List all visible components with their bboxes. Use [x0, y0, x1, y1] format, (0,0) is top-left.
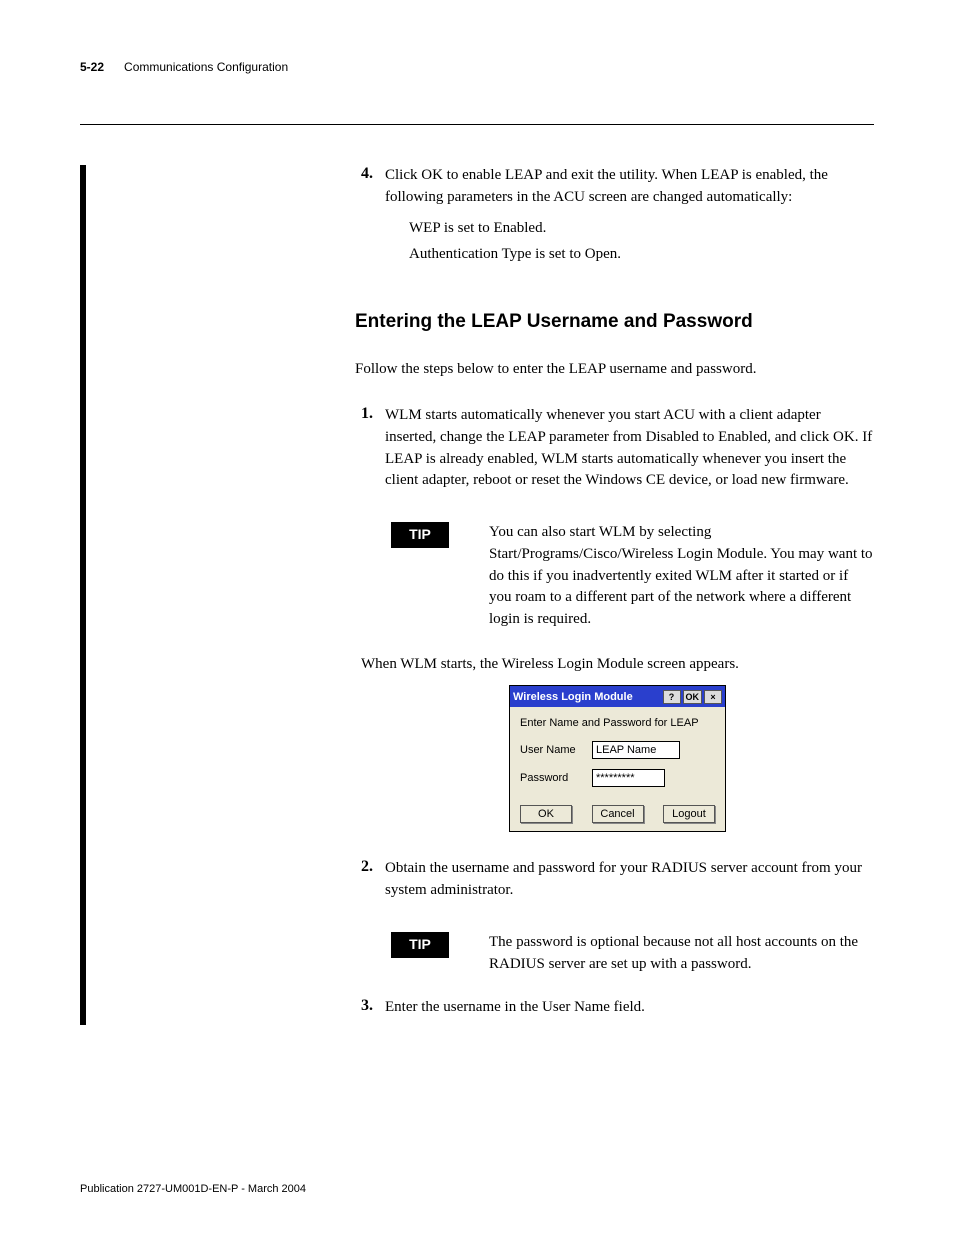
tip-text: The password is optional because not all…	[489, 932, 874, 976]
wlm-title-text: Wireless Login Module	[513, 691, 661, 703]
wlm-caption: When WLM starts, the Wireless Login Modu…	[361, 653, 874, 676]
step-4-sublist: WEP is set to Enabled. Authentication Ty…	[409, 217, 874, 266]
step-number: 4.	[361, 165, 385, 209]
step-text: WLM starts automatically whenever you st…	[385, 405, 874, 492]
wlm-prompt: Enter Name and Password for LEAP	[520, 717, 715, 729]
step-text: Click OK to enable LEAP and exit the uti…	[385, 165, 874, 209]
step-1: 1. WLM starts automatically whenever you…	[361, 405, 874, 492]
step-3: 3. Enter the username in the User Name f…	[361, 997, 874, 1019]
password-field[interactable]	[592, 769, 665, 787]
page-number: 5-22	[80, 60, 104, 74]
sub-item: Authentication Type is set to Open.	[409, 243, 874, 266]
wlm-titlebar: Wireless Login Module ? OK ×	[510, 686, 725, 707]
wlm-dialog: Wireless Login Module ? OK × Enter Name …	[509, 685, 726, 832]
tip-text: You can also start WLM by selecting Star…	[489, 522, 874, 631]
tip-badge: TIP	[391, 932, 449, 958]
close-button[interactable]: ×	[704, 690, 722, 704]
sub-item: WEP is set to Enabled.	[409, 217, 874, 240]
step-number: 2.	[361, 858, 385, 902]
step-number: 3.	[361, 997, 385, 1019]
step-2: 2. Obtain the username and password for …	[361, 858, 874, 902]
section-title: Communications Configuration	[124, 60, 288, 74]
header-rule	[80, 124, 874, 125]
tip-badge: TIP	[391, 522, 449, 548]
step-number: 1.	[361, 405, 385, 492]
tip-1: TIP You can also start WLM by selecting …	[391, 522, 874, 631]
cancel-button[interactable]: Cancel	[592, 805, 644, 823]
help-button[interactable]: ?	[663, 690, 681, 704]
ok-button[interactable]: OK	[520, 805, 572, 823]
step-text: Enter the username in the User Name fiel…	[385, 997, 874, 1019]
intro-text: Follow the steps below to enter the LEAP…	[355, 358, 874, 381]
footer-text: Publication 2727-UM001D-EN-P - March 200…	[80, 1183, 306, 1195]
section-heading: Entering the LEAP Username and Password	[355, 311, 874, 333]
tip-2: TIP The password is optional because not…	[391, 932, 874, 976]
logout-button[interactable]: Logout	[663, 805, 715, 823]
ok-titlebar-button[interactable]: OK	[683, 690, 703, 704]
password-label: Password	[520, 772, 592, 784]
username-field[interactable]	[592, 741, 680, 759]
username-label: User Name	[520, 744, 592, 756]
step-4: 4. Click OK to enable LEAP and exit the …	[361, 165, 874, 209]
page-header: 5-22 Communications Configuration	[80, 60, 874, 74]
step-text: Obtain the username and password for you…	[385, 858, 874, 902]
